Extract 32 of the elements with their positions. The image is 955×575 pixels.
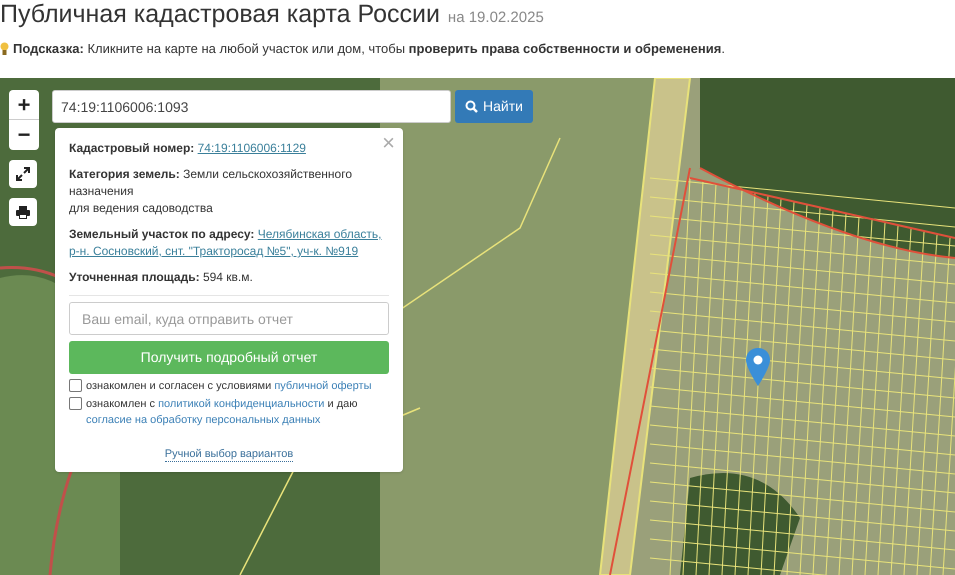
printer-icon [16, 206, 30, 218]
info-field: Уточненная площадь: 594 кв.м. [69, 269, 259, 286]
find-button[interactable]: Найти [455, 90, 533, 123]
info-link[interactable]: Челябинская область, [258, 227, 382, 241]
consent-link[interactable]: политикой конфиденциальности [158, 398, 324, 410]
manual-selection-link[interactable]: Ручной выбор вариантов [164, 448, 294, 462]
checkbox[interactable] [69, 379, 82, 392]
expand-icon [16, 167, 30, 181]
page-title: Публичная кадастровая карта России [0, 2, 440, 27]
zoom-in-button[interactable]: + [9, 90, 39, 120]
print-button[interactable] [9, 198, 37, 226]
email-field[interactable]: Ваш email, куда отправить отчет [69, 302, 389, 335]
info-link[interactable]: 74:19:1106006:1129 [198, 141, 306, 155]
hint-text: Подсказка: Кликните на карте на любой участок или дом, чтобы проверить права собственности и обременения. [13, 40, 725, 58]
get-report-button[interactable]: Получить подробный отчет [69, 341, 389, 374]
zoom-out-button[interactable]: − [9, 120, 39, 150]
consent-link[interactable]: согласие на обработку персональных данных [86, 414, 320, 426]
info-field: Категория земель: Земли сельскохозяйственного назначения для ведения садоводства [69, 166, 389, 217]
lightbulb-icon [0, 42, 9, 56]
consent-text: ознакомлен и согласен с условиями публичной оферты [86, 379, 372, 394]
cadastral-search-field[interactable]: 74:19:1106006:1093 [52, 90, 451, 123]
search-icon [465, 100, 478, 113]
info-field: Земельный участок по адресу: Челябинская область, р-н. Сосновский, снт. "Тракторосад №5", уч-к. №919 [69, 226, 388, 260]
location-pin-icon [746, 348, 770, 386]
consent-text: ознакомлен с политикой конфиденциальности и даю согласие на обработку персональных данных [86, 397, 358, 428]
checkbox[interactable] [69, 397, 82, 410]
date-label: на 19.02.2025 [448, 10, 544, 25]
fullscreen-button[interactable] [9, 160, 37, 188]
close-button[interactable]: × [382, 132, 395, 154]
info-field: Кадастровый номер: 74:19:1106006:1129 [69, 140, 312, 157]
info-link[interactable]: р-н. Сосновский, снт. "Тракторосад №5", уч-к. №919 [69, 244, 358, 258]
consent-link[interactable]: публичной оферты [274, 380, 372, 392]
